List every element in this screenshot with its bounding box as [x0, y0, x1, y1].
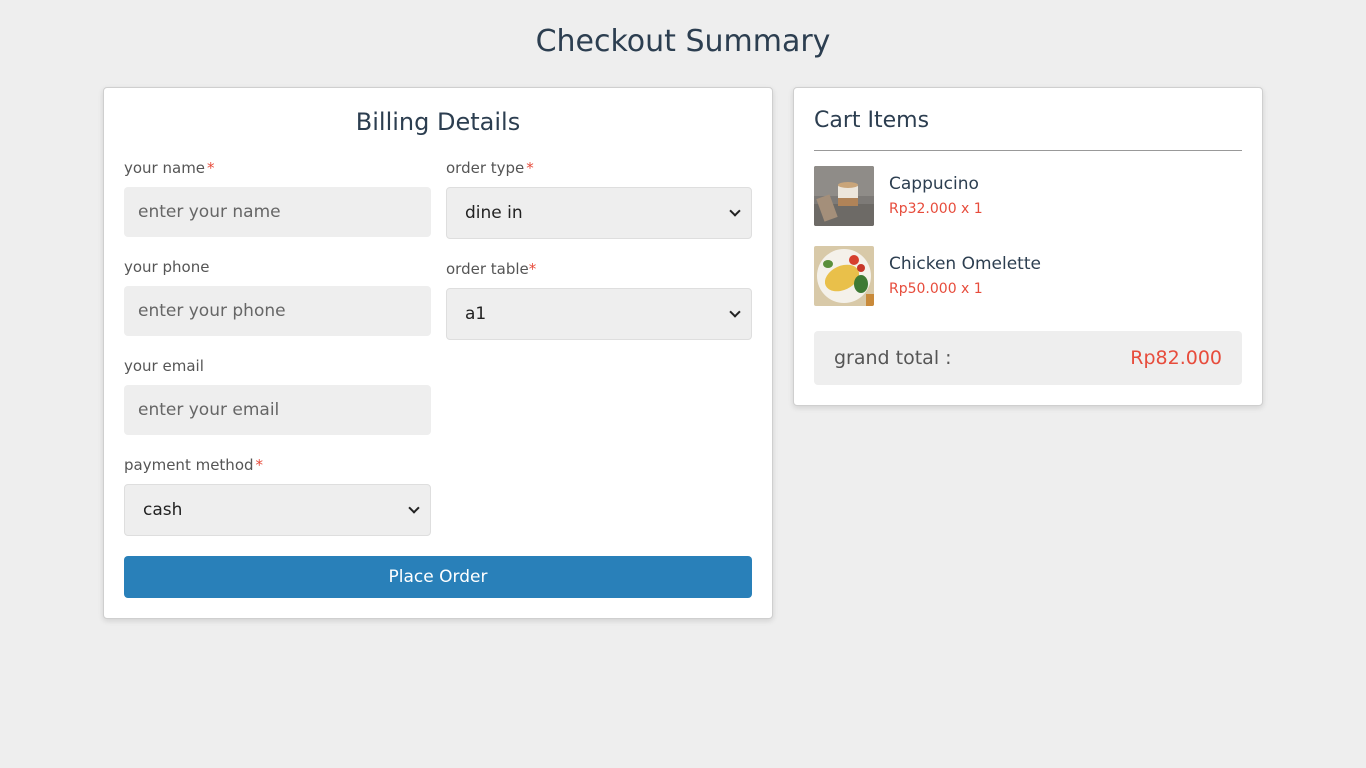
order-table-select[interactable]: a1 — [446, 288, 752, 340]
email-input[interactable]: enter your email — [124, 385, 431, 435]
place-order-button[interactable]: Place Order — [124, 556, 752, 598]
cart-title: Cart Items — [814, 108, 930, 133]
chevron-down-icon — [729, 205, 741, 217]
required-asterisk: * — [255, 456, 264, 474]
name-label: your name * — [124, 159, 215, 177]
phone-label: your phone — [124, 258, 210, 276]
payment-method-label: payment method * — [124, 456, 264, 474]
grand-total-value: Rp82.000 — [1130, 347, 1222, 369]
cart-items-card: Cart Items Cappucino Rp32.000 x 1 Chicke… — [793, 87, 1263, 406]
chicken-omelette-thumbnail — [814, 246, 874, 306]
cart-item: Cappucino Rp32.000 x 1 — [814, 166, 1242, 226]
chevron-down-icon — [729, 306, 741, 318]
order-type-select[interactable]: dine in — [446, 187, 752, 239]
billing-details-card: Billing Details your name * enter your na… — [103, 87, 773, 619]
grand-total-box: grand total : Rp82.000 — [814, 331, 1242, 385]
phone-input[interactable]: enter your phone — [124, 286, 431, 336]
cart-item: Chicken Omelette Rp50.000 x 1 — [814, 246, 1242, 306]
required-asterisk: * — [207, 159, 215, 177]
required-asterisk: * — [528, 260, 537, 278]
billing-title: Billing Details — [355, 108, 521, 136]
payment-method-select[interactable]: cash — [124, 484, 431, 536]
page-title: Checkout Summary — [535, 24, 831, 59]
name-input[interactable]: enter your name — [124, 187, 431, 237]
chevron-down-icon — [408, 502, 420, 514]
required-asterisk: * — [526, 159, 534, 177]
item-price: Rp32.000 x 1 — [889, 201, 983, 217]
item-price: Rp50.000 x 1 — [889, 281, 983, 297]
grand-total-label: grand total : — [834, 347, 952, 369]
item-name: Chicken Omelette — [889, 254, 1041, 274]
cart-divider — [814, 150, 1242, 151]
item-name: Cappucino — [889, 174, 979, 194]
cappucino-thumbnail — [814, 166, 874, 226]
email-label: your email — [124, 357, 204, 375]
order-table-label: order table* — [446, 260, 537, 278]
order-type-label: order type * — [446, 159, 534, 177]
